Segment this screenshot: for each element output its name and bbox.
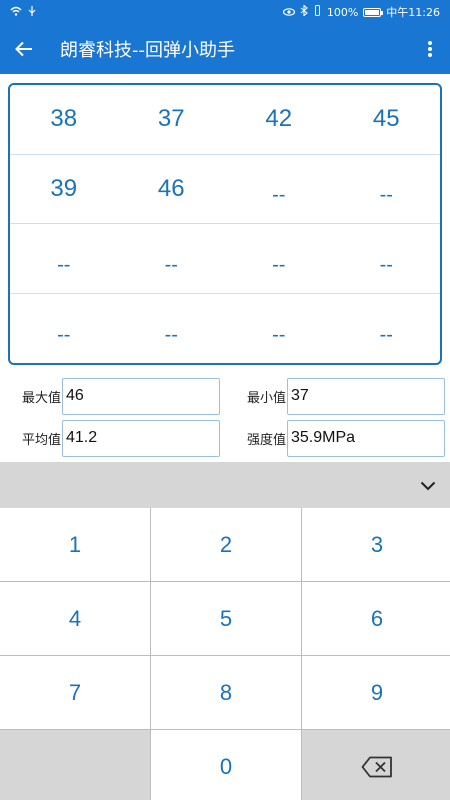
key-4[interactable]: 4 bbox=[0, 582, 150, 655]
eye-icon bbox=[282, 6, 295, 19]
reading-cell[interactable]: -- bbox=[225, 155, 333, 224]
keyboard-toolbar bbox=[0, 462, 450, 508]
key-2[interactable]: 2 bbox=[151, 508, 301, 581]
key-7[interactable]: 7 bbox=[0, 656, 150, 729]
stats-row: 平均值 41.2 强度值 35.9MPa bbox=[0, 417, 450, 459]
key-0[interactable]: 0 bbox=[151, 730, 301, 800]
stats-row: 最大值 46 最小值 37 bbox=[0, 375, 450, 417]
reading-cell[interactable]: -- bbox=[333, 294, 441, 364]
max-stat: 最大值 46 bbox=[0, 377, 225, 415]
reading-cell[interactable]: -- bbox=[333, 155, 441, 224]
vibrate-icon bbox=[313, 5, 322, 19]
max-value-field[interactable]: 46 bbox=[62, 377, 220, 415]
arrow-left-icon bbox=[15, 41, 32, 57]
min-label: 最小值 bbox=[247, 390, 287, 406]
reading-cell[interactable]: -- bbox=[333, 224, 441, 293]
avg-stat: 平均值 41.2 bbox=[0, 419, 225, 457]
reading-cell[interactable]: -- bbox=[118, 294, 226, 364]
reading-cell[interactable]: 46 bbox=[118, 155, 226, 224]
key-8[interactable]: 8 bbox=[151, 656, 301, 729]
key-9[interactable]: 9 bbox=[302, 656, 450, 729]
stats-panel: 最大值 46 最小值 37 平均值 41.2 强度值 35.9MPa bbox=[0, 375, 450, 459]
readings-grid: 38 37 42 45 39 46 -- -- -- -- -- -- -- -… bbox=[8, 83, 442, 365]
status-time: 中午11:26 bbox=[386, 6, 440, 19]
reading-cell[interactable]: 42 bbox=[225, 85, 333, 154]
usb-icon bbox=[28, 5, 36, 20]
page-title: 朗睿科技--回弹小助手 bbox=[60, 40, 235, 61]
strength-value-field[interactable]: 35.9MPa bbox=[287, 419, 445, 457]
key-6[interactable]: 6 bbox=[302, 582, 450, 655]
back-button[interactable] bbox=[0, 24, 48, 74]
max-label: 最大值 bbox=[22, 390, 62, 406]
reading-cell[interactable]: -- bbox=[10, 294, 118, 364]
status-left bbox=[10, 5, 36, 20]
grid-row: -- -- -- -- bbox=[10, 294, 440, 364]
app-bar: 朗睿科技--回弹小助手 bbox=[0, 24, 450, 74]
wifi-icon bbox=[10, 6, 22, 19]
min-value-field[interactable]: 37 bbox=[287, 377, 445, 415]
bluetooth-icon bbox=[300, 4, 308, 19]
backspace-button[interactable] bbox=[302, 730, 450, 800]
key-1[interactable]: 1 bbox=[0, 508, 150, 581]
reading-cell[interactable]: -- bbox=[118, 224, 226, 293]
battery-icon bbox=[363, 7, 384, 17]
avg-value-field[interactable]: 41.2 bbox=[62, 419, 220, 457]
avg-label: 平均值 bbox=[22, 432, 62, 448]
reading-cell[interactable]: -- bbox=[10, 224, 118, 293]
key-3[interactable]: 3 bbox=[302, 508, 450, 581]
backspace-icon bbox=[361, 756, 392, 777]
chevron-down-icon[interactable] bbox=[420, 475, 436, 496]
reading-cell[interactable]: -- bbox=[225, 224, 333, 293]
min-stat: 最小值 37 bbox=[225, 377, 450, 415]
reading-cell[interactable]: 39 bbox=[10, 155, 118, 224]
key-blank bbox=[0, 730, 150, 800]
reading-cell[interactable]: -- bbox=[225, 294, 333, 364]
grid-row: 38 37 42 45 bbox=[10, 85, 440, 155]
status-right: 100% 中午11:26 bbox=[282, 4, 440, 20]
grid-row: -- -- -- -- bbox=[10, 224, 440, 294]
reading-cell[interactable]: 45 bbox=[333, 85, 441, 154]
strength-label: 强度值 bbox=[247, 432, 287, 448]
overflow-menu-button[interactable] bbox=[410, 24, 450, 74]
reading-cell[interactable]: 38 bbox=[10, 85, 118, 154]
more-vert-icon bbox=[428, 41, 432, 57]
grid-row: 39 46 -- -- bbox=[10, 155, 441, 224]
strength-stat: 强度值 35.9MPa bbox=[225, 419, 450, 457]
battery-percent: 100% bbox=[326, 5, 359, 19]
key-5[interactable]: 5 bbox=[151, 582, 301, 655]
reading-cell[interactable]: 37 bbox=[118, 85, 226, 154]
numeric-keypad: 1 2 3 4 5 6 7 8 9 0 bbox=[0, 508, 450, 800]
status-bar: 100% 中午11:26 bbox=[0, 0, 450, 24]
